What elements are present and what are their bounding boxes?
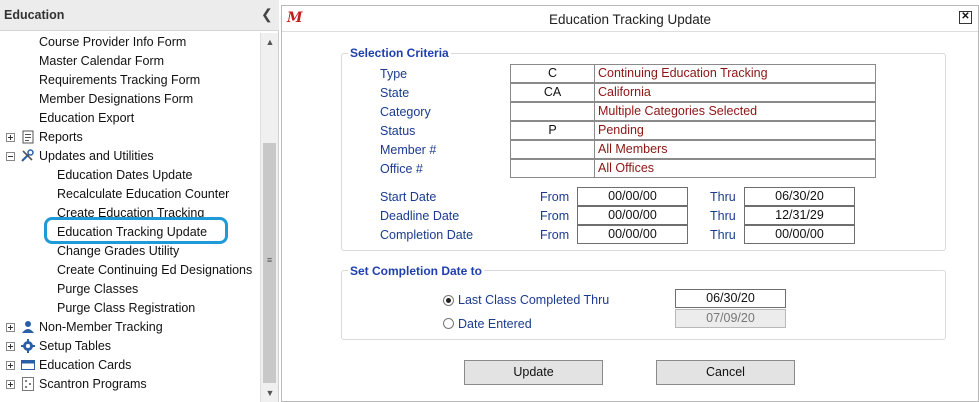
set-completion-date-group bbox=[341, 270, 946, 340]
expand-education-cards-icon[interactable] bbox=[6, 361, 15, 370]
tree-item-scantron-programs[interactable]: Scantron Programs bbox=[39, 375, 147, 394]
tree-item-recalculate-education-counter[interactable]: Recalculate Education Counter bbox=[57, 185, 229, 204]
people-icon bbox=[22, 321, 34, 333]
type-label: Type bbox=[380, 67, 408, 81]
tree-item-education-export[interactable]: Education Export bbox=[39, 109, 134, 128]
category-description: Multiple Categories Selected bbox=[594, 102, 876, 121]
member-description: All Members bbox=[594, 140, 876, 159]
start-date-thru-label: Thru bbox=[710, 190, 736, 204]
last-class-completed-label[interactable]: Last Class Completed Thru bbox=[458, 293, 609, 307]
deadline-date-from-label: From bbox=[540, 209, 570, 223]
start-date-label: Start Date bbox=[380, 190, 437, 204]
last-class-completed-radio[interactable] bbox=[443, 295, 454, 306]
type-code-field[interactable]: C bbox=[510, 64, 595, 83]
tree-item-course-provider-info-form[interactable]: Course Provider Info Form bbox=[39, 33, 186, 52]
selected-item-highlight bbox=[44, 217, 228, 244]
tools-icon bbox=[21, 149, 34, 162]
state-description: California bbox=[594, 83, 876, 102]
expand-non-member-icon[interactable] bbox=[6, 323, 15, 332]
collapse-updates-icon[interactable] bbox=[6, 152, 15, 161]
expand-reports-icon[interactable] bbox=[6, 133, 15, 142]
gear-icon bbox=[21, 339, 35, 353]
update-button[interactable]: Update bbox=[464, 360, 603, 385]
scantron-icon bbox=[22, 377, 34, 391]
start-date-from-label: From bbox=[540, 190, 570, 204]
member-number-field[interactable] bbox=[510, 140, 595, 159]
tree-item-updates-and-utilities[interactable]: Updates and Utilities bbox=[39, 147, 154, 166]
date-entered-field[interactable]: 07/09/20 bbox=[675, 309, 786, 328]
office-description: All Offices bbox=[594, 159, 876, 178]
set-completion-date-label: Set Completion Date to bbox=[348, 264, 485, 278]
status-label: Status bbox=[380, 124, 416, 138]
tree-item-change-grades-utility[interactable]: Change Grades Utility bbox=[57, 242, 179, 261]
member-number-label: Member # bbox=[380, 143, 437, 157]
deadline-date-from-field[interactable]: 00/00/00 bbox=[577, 206, 688, 225]
date-entered-radio[interactable] bbox=[443, 318, 454, 329]
last-class-completed-date-field[interactable]: 06/30/20 bbox=[675, 289, 786, 308]
office-number-field[interactable] bbox=[510, 159, 595, 178]
state-code-field[interactable]: CA bbox=[510, 83, 595, 102]
deadline-date-label: Deadline Date bbox=[380, 209, 460, 223]
status-description: Pending bbox=[594, 121, 876, 140]
completion-date-from-field[interactable]: 00/00/00 bbox=[577, 225, 688, 244]
expand-scantron-icon[interactable] bbox=[6, 380, 15, 389]
tree-item-create-continuing-ed-designations[interactable]: Create Continuing Ed Designations bbox=[57, 261, 252, 280]
completion-date-thru-label: Thru bbox=[710, 228, 736, 242]
scroll-up-icon[interactable]: ▲ bbox=[263, 35, 277, 49]
education-tracking-update-dialog: M Education Tracking Update ✕ Selection … bbox=[281, 5, 979, 402]
close-icon[interactable]: ✕ bbox=[959, 11, 972, 24]
tree-item-education-cards[interactable]: Education Cards bbox=[39, 356, 131, 375]
tree-item-education-dates-update[interactable]: Education Dates Update bbox=[57, 166, 193, 185]
sidebar-title: Education bbox=[4, 8, 65, 22]
category-code-field[interactable] bbox=[510, 102, 595, 121]
tree-item-member-designations-form[interactable]: Member Designations Form bbox=[39, 90, 193, 109]
tree-item-non-member-tracking[interactable]: Non-Member Tracking bbox=[39, 318, 163, 337]
sidebar-header: Education ❮ bbox=[0, 0, 279, 31]
deadline-date-thru-label: Thru bbox=[710, 209, 736, 223]
collapse-sidebar-icon[interactable]: ❮ bbox=[261, 6, 273, 23]
completion-date-from-label: From bbox=[540, 228, 570, 242]
status-code-field[interactable]: P bbox=[510, 121, 595, 140]
selection-criteria-label: Selection Criteria bbox=[348, 46, 451, 60]
start-date-from-field[interactable]: 00/00/00 bbox=[577, 187, 688, 206]
education-sidebar: Education ❮ Course Provider Info Form Ma… bbox=[0, 0, 279, 402]
dialog-title: Education Tracking Update bbox=[548, 12, 712, 27]
tree-item-setup-tables[interactable]: Setup Tables bbox=[39, 337, 111, 356]
report-icon bbox=[22, 130, 34, 144]
completion-date-thru-field[interactable]: 00/00/00 bbox=[744, 225, 855, 244]
office-number-label: Office # bbox=[380, 162, 423, 176]
scroll-down-icon[interactable]: ▼ bbox=[263, 386, 277, 400]
card-icon bbox=[21, 360, 35, 370]
completion-date-label: Completion Date bbox=[380, 228, 474, 242]
date-entered-label[interactable]: Date Entered bbox=[458, 317, 532, 331]
category-label: Category bbox=[380, 105, 431, 119]
sidebar-scrollbar[interactable]: ▲ ≡ ▼ bbox=[260, 33, 278, 402]
tree-item-master-calendar-form[interactable]: Master Calendar Form bbox=[39, 52, 164, 71]
tree-item-purge-classes[interactable]: Purge Classes bbox=[57, 280, 138, 299]
dialog-titlebar: M Education Tracking Update ✕ bbox=[282, 6, 978, 32]
cancel-button[interactable]: Cancel bbox=[656, 360, 795, 385]
tree-item-reports[interactable]: Reports bbox=[39, 128, 83, 147]
scrollbar-grip-icon: ≡ bbox=[266, 255, 273, 265]
tree-item-requirements-tracking-form[interactable]: Requirements Tracking Form bbox=[39, 71, 200, 90]
deadline-date-thru-field[interactable]: 12/31/29 bbox=[744, 206, 855, 225]
tree-item-purge-class-registration[interactable]: Purge Class Registration bbox=[57, 299, 195, 318]
expand-setup-tables-icon[interactable] bbox=[6, 342, 15, 351]
type-description: Continuing Education Tracking bbox=[594, 64, 876, 83]
start-date-thru-field[interactable]: 06/30/20 bbox=[744, 187, 855, 206]
dialog-scrollbar[interactable] bbox=[964, 33, 978, 401]
state-label: State bbox=[380, 86, 410, 100]
